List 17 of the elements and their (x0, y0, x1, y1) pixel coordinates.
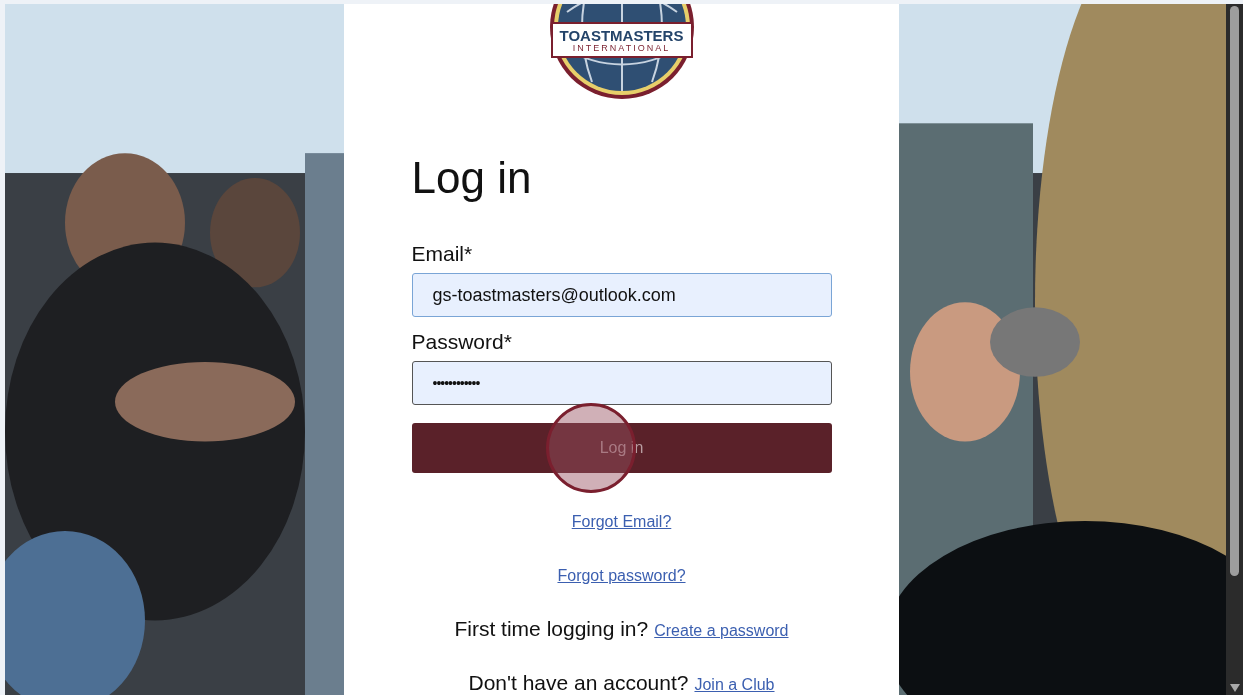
prompt-text: First time logging in? (454, 617, 649, 641)
field-label: Email* (411, 241, 474, 267)
link[interactable]: Join a Club (694, 676, 775, 694)
link[interactable]: Forgot password? (557, 567, 686, 584)
prompt-text: Don't have an account? (468, 671, 689, 695)
scroll-down-icon[interactable] (1229, 684, 1240, 692)
email-field[interactable]: gs-toastmasters@outlook.com (411, 273, 832, 317)
field-label: Password* (411, 329, 513, 355)
logo-subtitle: INTERNATIONAL (572, 42, 671, 53)
scrollbar[interactable] (1226, 4, 1243, 695)
page-heading: Log in (411, 152, 533, 204)
scrollbar-thumb[interactable] (1230, 6, 1239, 576)
login-button[interactable]: Log in (411, 423, 832, 473)
password-field[interactable]: •••••••••••• (411, 361, 832, 405)
link[interactable]: Create a password (654, 622, 789, 640)
logo-wordmark: TOASTMASTERS (559, 27, 684, 43)
link[interactable]: Forgot Email? (571, 513, 672, 530)
